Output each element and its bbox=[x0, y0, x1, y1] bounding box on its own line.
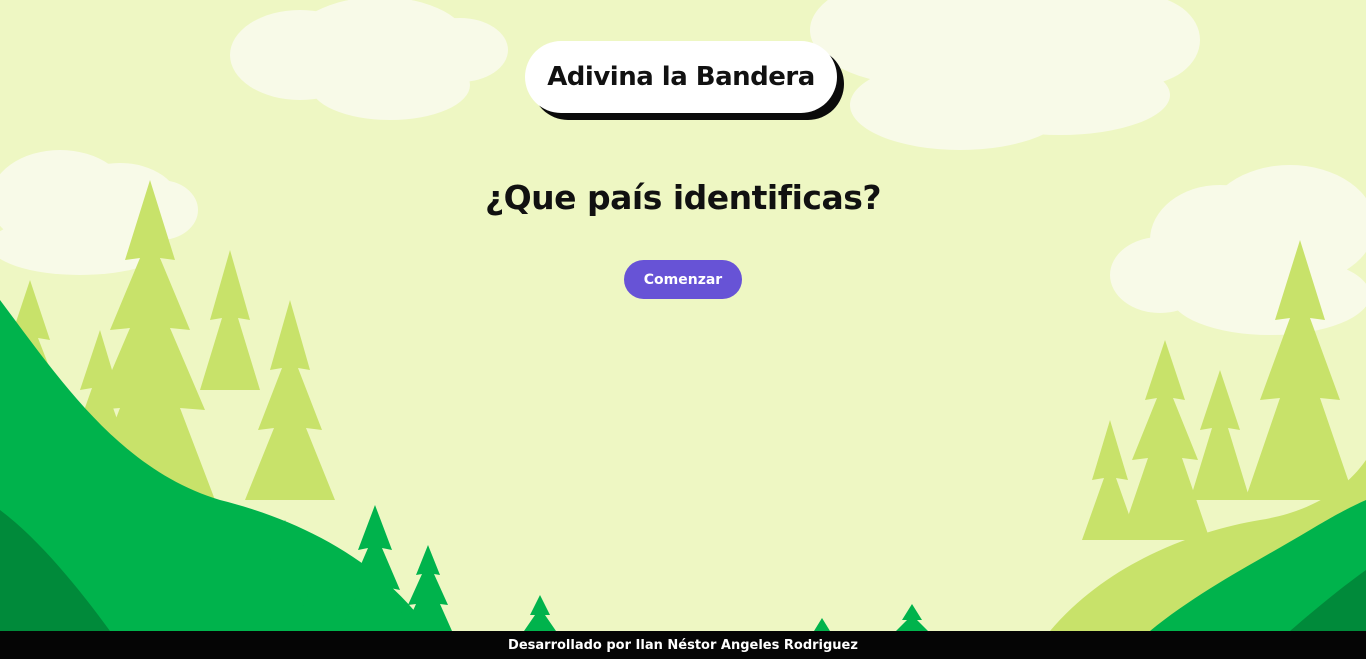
start-button[interactable]: Comenzar bbox=[624, 260, 742, 299]
question-heading: ¿Que país identificas? bbox=[484, 178, 882, 217]
game-start-screen: Adivina la Bandera ¿Que país identificas… bbox=[0, 0, 1366, 659]
footer: Desarrollado por Ilan Néstor Angeles Rod… bbox=[0, 631, 1366, 659]
page-title: Adivina la Bandera bbox=[547, 62, 815, 92]
footer-credit: Desarrollado por Ilan Néstor Angeles Rod… bbox=[508, 637, 858, 653]
title-badge: Adivina la Bandera bbox=[525, 41, 837, 113]
